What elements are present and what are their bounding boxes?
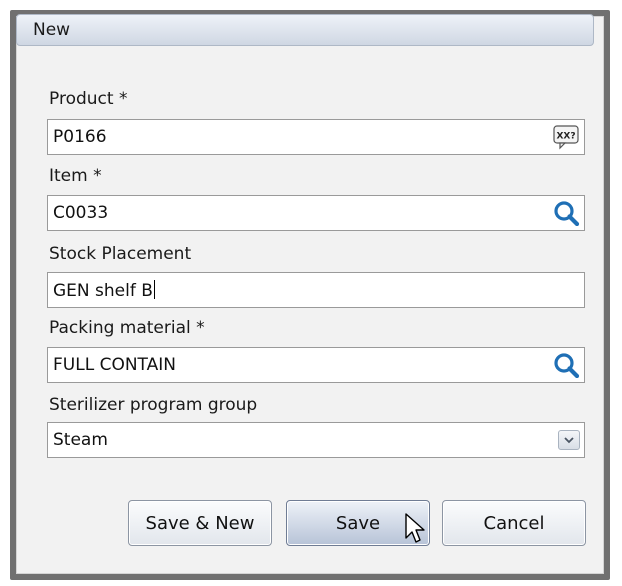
dialog-title: New	[33, 20, 71, 40]
stock-placement-field[interactable]: GEN shelf B	[47, 272, 585, 308]
chevron-down-icon	[564, 437, 574, 444]
packing-material-label: Packing material *	[49, 318, 205, 338]
cancel-button[interactable]: Cancel	[442, 500, 586, 546]
item-label: Item *	[49, 166, 102, 186]
search-icon[interactable]	[552, 352, 580, 378]
stock-placement-label: Stock Placement	[49, 244, 192, 264]
xx-lookup-icon[interactable]: XX?	[552, 124, 580, 150]
save-and-new-button[interactable]: Save & New	[128, 500, 272, 546]
product-field[interactable]: P0166 XX?	[47, 119, 585, 155]
svg-text:XX?: XX?	[556, 132, 575, 142]
item-field[interactable]: C0033	[47, 195, 585, 231]
text-caret	[153, 280, 155, 299]
item-value: C0033	[53, 203, 109, 223]
packing-material-value: FULL CONTAIN	[53, 355, 176, 375]
search-icon[interactable]	[552, 200, 580, 226]
mouse-cursor-icon	[405, 513, 425, 543]
sterilizer-program-group-label: Sterilizer program group	[49, 395, 258, 415]
dialog-header: New	[16, 14, 594, 46]
sterilizer-program-group-select[interactable]: Steam	[47, 422, 585, 458]
stock-placement-value: GEN shelf B	[53, 281, 153, 301]
product-value: P0166	[53, 127, 107, 147]
dropdown-button[interactable]	[558, 430, 580, 450]
product-label: Product *	[49, 89, 128, 109]
sterilizer-program-group-value: Steam	[53, 430, 108, 450]
packing-material-field[interactable]: FULL CONTAIN	[47, 347, 585, 383]
